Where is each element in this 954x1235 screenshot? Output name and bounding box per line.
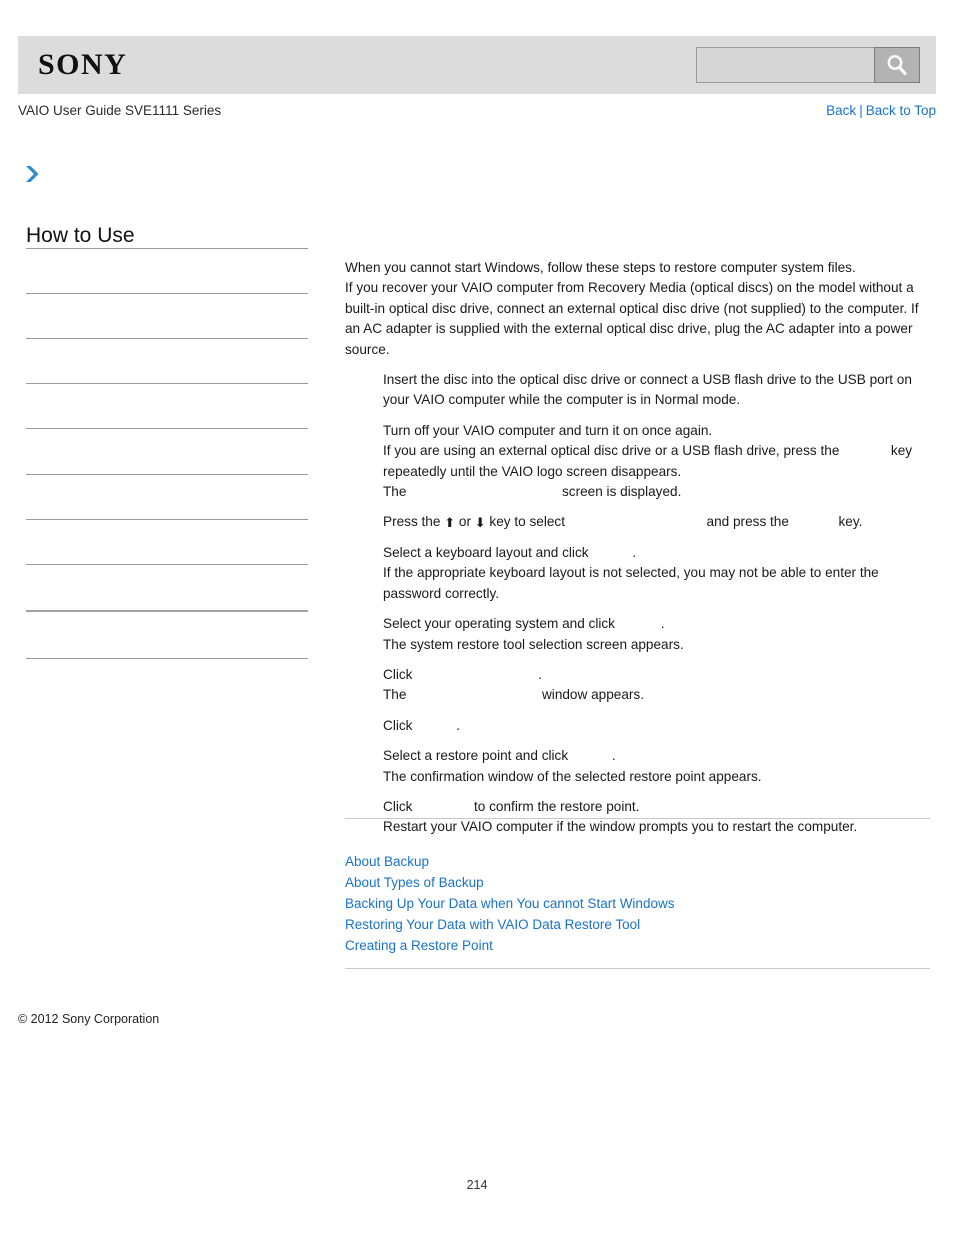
step-item: Press the ⬆ or ⬇ key to select and press… [345,512,930,532]
site-header: SONY [18,36,936,94]
step-line: Click to confirm the restore point. [383,798,640,814]
step-line: Click . [383,666,543,682]
sidebar-divider [26,338,308,339]
search-button[interactable] [874,47,920,83]
sidebar-divider [26,248,308,249]
sidebar-divider [26,610,308,612]
step-line: The confirmation window of the selected … [383,768,762,784]
step-line: If you are using an external optical dis… [383,443,913,479]
related-link[interactable]: Creating a Restore Point [345,935,930,956]
chevron-right-icon[interactable] [22,162,44,186]
related-link[interactable]: Backing Up Your Data when You cannot Sta… [345,893,930,914]
related-link[interactable]: About Types of Backup [345,872,930,893]
steps-list: Insert the disc into the optical disc dr… [345,370,930,838]
search-icon [884,52,910,78]
step-line: Turn off your VAIO computer and turn it … [383,422,713,438]
sidebar-divider [26,564,308,565]
step-item: Insert the disc into the optical disc dr… [345,370,930,411]
related-link[interactable]: Restoring Your Data with VAIO Data Resto… [345,914,930,935]
related-link[interactable]: About Backup [345,851,930,872]
step-line: Insert the disc into the optical disc dr… [383,372,912,408]
sony-logo: SONY [38,48,128,81]
step-line: Click . [383,717,461,733]
step-line: Restart your VAIO computer if the window… [383,819,858,835]
step-item: Click . The window appears. [345,665,930,706]
step-item: Click . [345,716,930,736]
step-line: Select a keyboard layout and click . [383,544,637,560]
intro-paragraph: When you cannot start Windows, follow th… [345,260,856,275]
sidebar-divider [26,519,308,520]
page-number: 214 [466,1178,488,1192]
related-links: About Backup About Types of Backup Backing… [345,851,930,956]
intro-paragraphs: When you cannot start Windows, follow th… [345,258,930,360]
step-line: Select your operating system and click . [383,616,665,632]
step-line: The screen is displayed. [383,484,682,500]
step-line: The system restore tool selection screen… [383,636,684,652]
step-item: Select a keyboard layout and click . If t… [345,543,930,604]
sidebar-divider [26,428,308,429]
sub-header: VAIO User Guide SVE1111 Series Back | Back… [18,100,936,122]
step-line: Press the ⬆ or ⬇ key to select and press… [383,514,863,532]
header-nav: Back | Back to Top [826,100,936,122]
sidebar-divider [26,658,308,659]
step-line: Select a restore point and click . [383,748,616,764]
content-divider-top [345,818,930,819]
step-item: Select your operating system and click .… [345,614,930,655]
guide-title: VAIO User Guide SVE1111 Series [18,103,222,118]
main-content: When you cannot start Windows, follow th… [345,258,930,848]
search-input[interactable] [696,47,874,83]
back-to-top-link[interactable]: Back to Top [866,103,936,118]
arrow-key-icon: ⬇ [474,516,486,532]
intro-paragraph: If you recover your VAIO computer from R… [345,280,919,357]
nav-separator: | [859,103,863,118]
arrow-key-icon: ⬆ [444,516,456,532]
step-item: Select a restore point and click . The co… [345,746,930,787]
sidebar-divider [26,383,308,384]
sidebar-divider [26,474,308,475]
step-line: If the appropriate keyboard layout is no… [383,565,879,601]
step-line: The window appears. [383,687,644,703]
copyright-text: © 2012 Sony Corporation [18,1012,160,1026]
back-link[interactable]: Back [826,103,856,118]
sidebar-divider [26,293,308,294]
search-box [696,47,920,83]
content-divider-bottom [345,968,930,969]
sidebar-title: How to Use [26,224,135,247]
step-item: Turn off your VAIO computer and turn it … [345,421,930,503]
